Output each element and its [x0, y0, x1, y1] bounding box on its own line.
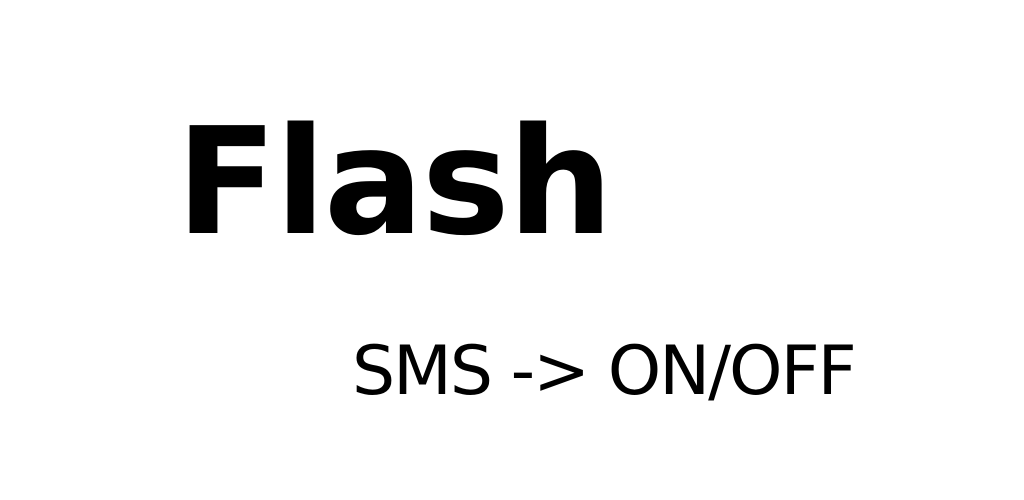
banner-title: Flash: [176, 96, 613, 268]
banner-subtitle: SMS -> ON/OFF: [352, 332, 857, 411]
feature-banner: Flash SMS -> ON/OFF: [0, 0, 1024, 500]
